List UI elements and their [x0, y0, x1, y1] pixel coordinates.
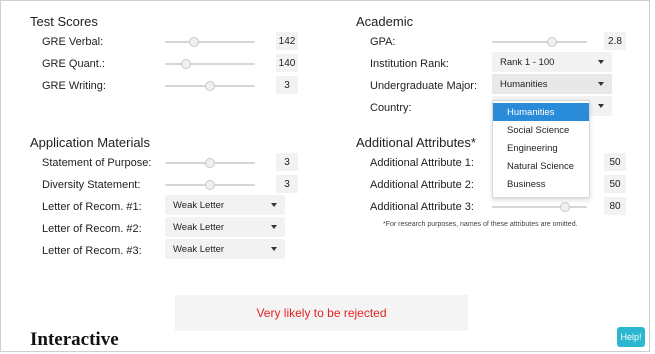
undergraduate-major-dropdown: Humanities Social Science Engineering Na…: [492, 100, 590, 198]
statement-of-purpose-label: Statement of Purpose:: [42, 157, 152, 169]
gpa-value: 2.8: [604, 32, 626, 50]
help-button[interactable]: Help!: [617, 327, 645, 347]
chevron-down-icon: [271, 225, 277, 229]
letter-2-value: Weak Letter: [173, 221, 225, 233]
academic-title: Academic: [356, 14, 414, 29]
slider-knob[interactable]: [205, 81, 215, 91]
slider-knob[interactable]: [547, 37, 557, 47]
gre-verbal-slider[interactable]: [165, 37, 255, 47]
major-option-humanities[interactable]: Humanities: [493, 103, 589, 121]
gre-quant-label: GRE Quant.:: [42, 58, 105, 70]
gpa-slider[interactable]: [492, 37, 587, 47]
gre-quant-slider[interactable]: [165, 59, 255, 69]
chevron-down-icon: [598, 104, 604, 108]
undergraduate-major-value: Humanities: [500, 78, 548, 90]
institution-rank-value: Rank 1 - 100: [500, 56, 555, 68]
diversity-statement-label: Diversity Statement:: [42, 179, 141, 191]
slider-knob[interactable]: [205, 180, 215, 190]
chevron-down-icon: [598, 60, 604, 64]
major-option-business[interactable]: Business: [493, 175, 589, 193]
diversity-statement-value: 3: [276, 175, 298, 193]
additional-attribute-2-label: Additional Attribute 2:: [370, 179, 474, 191]
statement-of-purpose-value: 3: [276, 153, 298, 171]
letter-1-label: Letter of Recom. #1:: [42, 201, 142, 213]
chevron-down-icon: [598, 82, 604, 86]
major-option-natural-science[interactable]: Natural Science: [493, 157, 589, 175]
undergraduate-major-select[interactable]: Humanities: [492, 74, 612, 94]
letter-3-value: Weak Letter: [173, 243, 225, 255]
test-scores-title: Test Scores: [30, 14, 98, 29]
application-materials-title: Application Materials: [30, 135, 150, 150]
letter-3-label: Letter of Recom. #3:: [42, 245, 142, 257]
gpa-label: GPA:: [370, 36, 396, 48]
gre-writing-slider[interactable]: [165, 81, 255, 91]
diversity-statement-slider[interactable]: [165, 180, 255, 190]
gre-verbal-value: 142: [276, 32, 298, 50]
gre-writing-label: GRE Writing:: [42, 80, 106, 92]
additional-attributes-title: Additional Attributes*: [356, 135, 476, 150]
institution-rank-label: Institution Rank:: [370, 58, 449, 70]
additional-attribute-3-value: 80: [604, 197, 626, 215]
gre-quant-value: 140: [276, 54, 298, 72]
institution-rank-select[interactable]: Rank 1 - 100: [492, 52, 612, 72]
letter-1-value: Weak Letter: [173, 199, 225, 211]
additional-attribute-1-value: 50: [604, 153, 626, 171]
chevron-down-icon: [271, 203, 277, 207]
slider-knob[interactable]: [181, 59, 191, 69]
letter-2-select[interactable]: Weak Letter: [165, 217, 285, 237]
undergraduate-major-label: Undergraduate Major:: [370, 80, 478, 92]
gre-writing-value: 3: [276, 76, 298, 94]
additional-attribute-3-label: Additional Attribute 3:: [370, 201, 474, 213]
chevron-down-icon: [271, 247, 277, 251]
letter-1-select[interactable]: Weak Letter: [165, 195, 285, 215]
statement-of-purpose-slider[interactable]: [165, 158, 255, 168]
additional-attribute-2-value: 50: [604, 175, 626, 193]
figure-caption: Interactive: [30, 329, 119, 350]
letter-2-label: Letter of Recom. #2:: [42, 223, 142, 235]
additional-attribute-3-slider[interactable]: [492, 202, 587, 212]
major-option-engineering[interactable]: Engineering: [493, 139, 589, 157]
gre-verbal-label: GRE Verbal:: [42, 36, 104, 48]
letter-3-select[interactable]: Weak Letter: [165, 239, 285, 259]
slider-knob[interactable]: [560, 202, 570, 212]
major-option-social-science[interactable]: Social Science: [493, 121, 589, 139]
prediction-result: Very likely to be rejected: [175, 295, 468, 331]
slider-knob[interactable]: [189, 37, 199, 47]
attributes-footnote: *For research purposes, names of these a…: [383, 221, 578, 228]
slider-knob[interactable]: [205, 158, 215, 168]
country-label: Country:: [370, 102, 412, 114]
additional-attribute-1-label: Additional Attribute 1:: [370, 157, 474, 169]
